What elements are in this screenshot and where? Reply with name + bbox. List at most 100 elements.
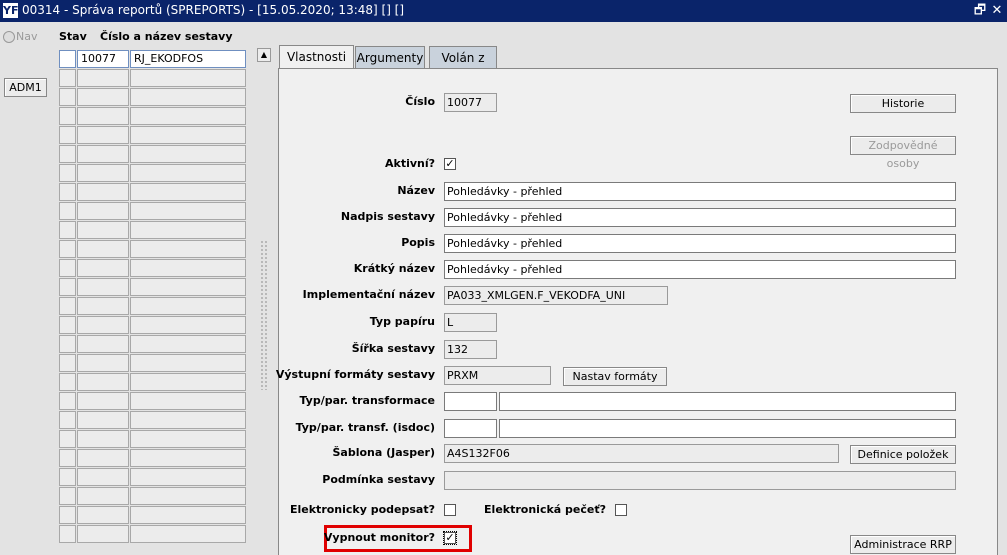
row-number-cell[interactable]	[77, 525, 129, 543]
row-stav-cell[interactable]	[59, 468, 76, 486]
definice-polozek-button[interactable]: Definice položek	[850, 445, 956, 464]
nastav-formaty-button[interactable]: Nastav formáty	[563, 367, 667, 386]
row-stav-cell[interactable]	[59, 240, 76, 258]
vypnout-monitor-checkbox[interactable]: ✓	[443, 531, 457, 545]
row-code-cell[interactable]	[130, 259, 246, 277]
row-number-cell[interactable]	[77, 107, 129, 125]
row-stav-cell[interactable]	[59, 183, 76, 201]
row-number-cell[interactable]	[77, 430, 129, 448]
row-stav-cell[interactable]	[59, 487, 76, 505]
row-code-cell[interactable]	[130, 468, 246, 486]
row-code-cell[interactable]	[130, 278, 246, 296]
administrace-rrp-button[interactable]: Administrace RRP	[850, 535, 956, 554]
sirka-sestavy-field[interactable]: 132	[444, 340, 497, 359]
aktivni-checkbox[interactable]: ✓	[444, 158, 456, 170]
row-code-cell[interactable]	[130, 373, 246, 391]
row-code-cell[interactable]: RJ_EKODFOS	[130, 50, 246, 68]
row-code-cell[interactable]	[130, 316, 246, 334]
row-stav-cell[interactable]	[59, 430, 76, 448]
row-number-cell[interactable]	[77, 468, 129, 486]
row-number-cell[interactable]	[77, 449, 129, 467]
typ-transf-isdoc-field[interactable]	[444, 419, 497, 438]
row-stav-cell[interactable]	[59, 69, 76, 87]
row-stav-cell[interactable]	[59, 88, 76, 106]
row-code-cell[interactable]	[130, 430, 246, 448]
row-stav-cell[interactable]	[59, 411, 76, 429]
par-transformace-field[interactable]	[499, 392, 956, 411]
row-number-cell[interactable]	[77, 392, 129, 410]
row-code-cell[interactable]	[130, 202, 246, 220]
row-number-cell[interactable]	[77, 202, 129, 220]
row-code-cell[interactable]	[130, 88, 246, 106]
row-number-cell[interactable]	[77, 373, 129, 391]
row-code-cell[interactable]	[130, 183, 246, 201]
row-number-cell[interactable]	[77, 506, 129, 524]
row-stav-cell[interactable]	[59, 50, 76, 68]
row-stav-cell[interactable]	[59, 354, 76, 372]
row-stav-cell[interactable]	[59, 126, 76, 144]
row-stav-cell[interactable]	[59, 335, 76, 353]
row-number-cell[interactable]	[77, 354, 129, 372]
row-code-cell[interactable]	[130, 297, 246, 315]
tab-argumenty[interactable]: Argumenty	[355, 46, 425, 68]
row-number-cell[interactable]	[77, 221, 129, 239]
typ-papiru-field[interactable]: L	[444, 313, 497, 332]
row-code-cell[interactable]	[130, 525, 246, 543]
row-number-cell[interactable]	[77, 69, 129, 87]
row-number-cell[interactable]	[77, 126, 129, 144]
row-stav-cell[interactable]	[59, 259, 76, 277]
kratky-nazev-field[interactable]: Pohledávky - přehled	[444, 260, 956, 279]
elektronicka-pecet-checkbox[interactable]	[615, 504, 627, 516]
cislo-field[interactable]: 10077	[444, 93, 497, 112]
par-transf-isdoc-field[interactable]	[499, 419, 956, 438]
row-stav-cell[interactable]	[59, 316, 76, 334]
row-number-cell[interactable]	[77, 240, 129, 258]
row-stav-cell[interactable]	[59, 221, 76, 239]
row-code-cell[interactable]	[130, 221, 246, 239]
row-number-cell[interactable]	[77, 259, 129, 277]
row-code-cell[interactable]	[130, 411, 246, 429]
zodpovedne-osoby-button[interactable]: Zodpovědné osoby	[850, 136, 956, 170]
row-stav-cell[interactable]	[59, 278, 76, 296]
row-stav-cell[interactable]	[59, 449, 76, 467]
row-code-cell[interactable]	[130, 107, 246, 125]
restore-window-icon[interactable]: 🗗	[972, 2, 988, 19]
row-number-cell[interactable]	[77, 316, 129, 334]
tab-volan-z[interactable]: Volán z	[429, 46, 497, 68]
row-stav-cell[interactable]	[59, 392, 76, 410]
row-number-cell[interactable]	[77, 411, 129, 429]
row-number-cell[interactable]	[77, 164, 129, 182]
close-window-icon[interactable]: ✕	[989, 2, 1005, 19]
row-stav-cell[interactable]	[59, 373, 76, 391]
elektronicky-podepsat-checkbox[interactable]	[444, 504, 456, 516]
sablona-field[interactable]: A4S132F06	[444, 444, 839, 463]
row-code-cell[interactable]	[130, 240, 246, 258]
tab-vlastnosti[interactable]: Vlastnosti	[279, 45, 354, 69]
row-code-cell[interactable]	[130, 506, 246, 524]
nazev-field[interactable]: Pohledávky - přehled	[444, 182, 956, 201]
row-code-cell[interactable]	[130, 145, 246, 163]
scroll-up-icon[interactable]: ▲	[257, 48, 271, 62]
nav-radio-icon[interactable]	[3, 31, 15, 43]
historie-button[interactable]: Historie	[850, 94, 956, 113]
row-stav-cell[interactable]	[59, 145, 76, 163]
row-stav-cell[interactable]	[59, 525, 76, 543]
podminka-sestavy-field[interactable]	[444, 471, 956, 490]
vystupni-formaty-field[interactable]: PRXM	[444, 366, 551, 385]
adm1-button[interactable]: ADM1	[4, 78, 47, 97]
popis-field[interactable]: Pohledávky - přehled	[444, 234, 956, 253]
row-number-cell[interactable]	[77, 88, 129, 106]
row-stav-cell[interactable]	[59, 506, 76, 524]
row-number-cell[interactable]	[77, 487, 129, 505]
row-code-cell[interactable]	[130, 392, 246, 410]
row-code-cell[interactable]	[130, 335, 246, 353]
row-code-cell[interactable]	[130, 126, 246, 144]
row-stav-cell[interactable]	[59, 107, 76, 125]
row-number-cell[interactable]	[77, 297, 129, 315]
nadpis-field[interactable]: Pohledávky - přehled	[444, 208, 956, 227]
row-code-cell[interactable]	[130, 449, 246, 467]
row-stav-cell[interactable]	[59, 202, 76, 220]
row-code-cell[interactable]	[130, 69, 246, 87]
typ-transformace-field[interactable]	[444, 392, 497, 411]
row-code-cell[interactable]	[130, 487, 246, 505]
